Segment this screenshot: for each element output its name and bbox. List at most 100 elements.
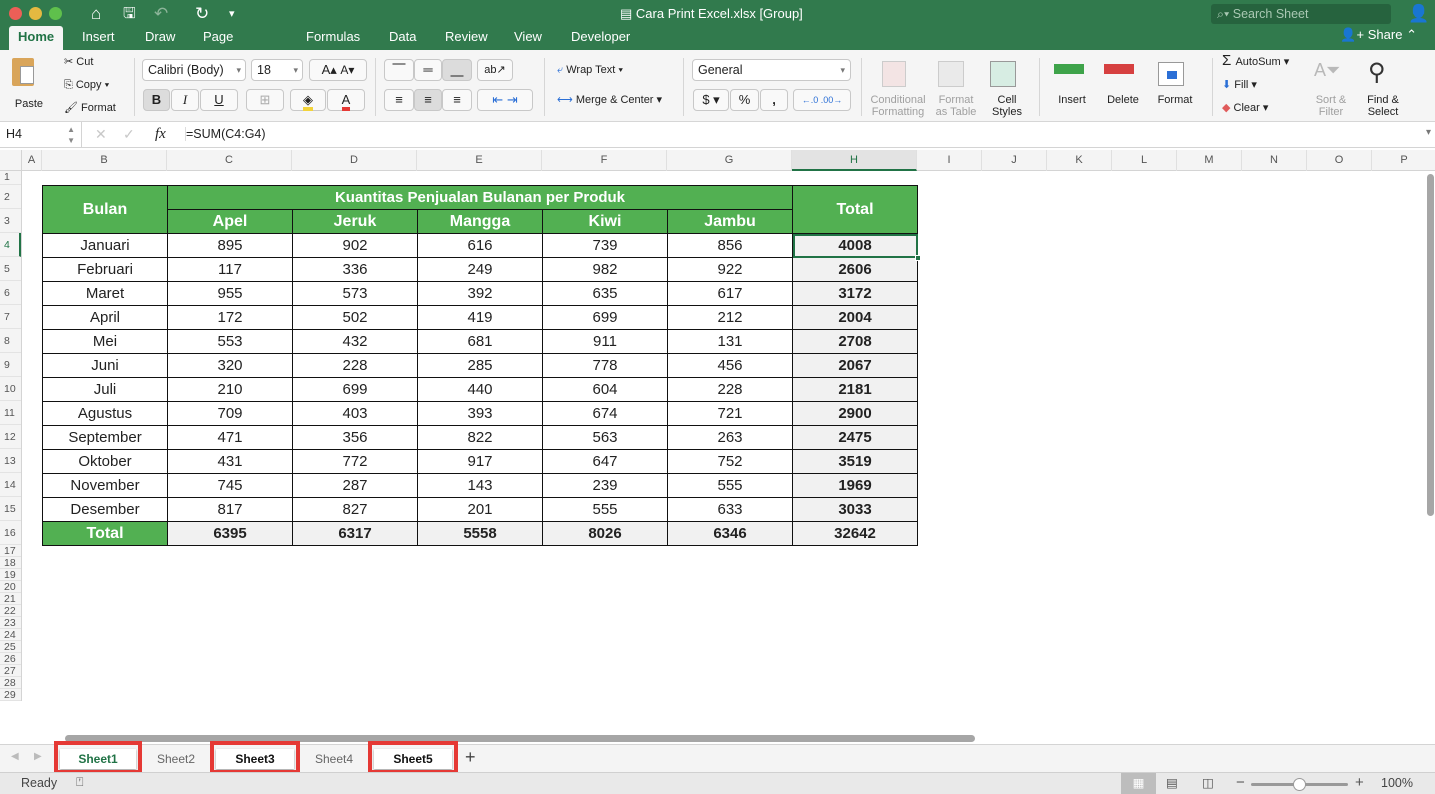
column-header-f[interactable]: F	[542, 150, 667, 171]
format-painter-button[interactable]: 🖌 Format	[64, 102, 116, 114]
format-cells-button[interactable]: Format	[1152, 58, 1198, 118]
orientation-button[interactable]: ab↗	[477, 59, 513, 81]
currency-button[interactable]: $ ▾	[693, 89, 729, 111]
align-right-button[interactable]: ≡	[442, 89, 472, 111]
tab-review[interactable]: Review	[436, 26, 497, 50]
fill-button[interactable]: ⬇ Fill ▾	[1222, 79, 1257, 91]
value-cell[interactable]: 739	[542, 233, 668, 258]
value-cell[interactable]: 143	[417, 473, 543, 498]
row-header-1[interactable]: 1	[0, 171, 21, 185]
value-cell[interactable]: 709	[167, 401, 293, 426]
sort-filter-button[interactable]: A⏷ Sort & Filter	[1308, 58, 1354, 118]
value-cell[interactable]: 131	[667, 329, 793, 354]
value-cell[interactable]: 431	[167, 449, 293, 474]
tab-page-layout[interactable]: Page Layout	[194, 26, 251, 66]
row-header-29[interactable]: 29	[0, 689, 21, 701]
row-total-cell[interactable]: 2606	[792, 257, 918, 282]
value-cell[interactable]: 456	[667, 353, 793, 378]
month-cell[interactable]: Oktober	[42, 449, 168, 474]
value-cell[interactable]: 917	[417, 449, 543, 474]
cut-button[interactable]: ✂ Cut	[64, 56, 93, 68]
selected-cell-h4[interactable]: 4008	[792, 233, 921, 261]
align-middle-button[interactable]: ═	[414, 59, 442, 81]
value-cell[interactable]: 356	[292, 425, 418, 450]
expand-formula-icon[interactable]: ▾	[1426, 127, 1431, 138]
value-cell[interactable]: 249	[417, 257, 543, 282]
decrease-indent-icon[interactable]: ⇤	[492, 92, 503, 107]
align-left-button[interactable]: ≡	[384, 89, 414, 111]
value-cell[interactable]: 432	[292, 329, 418, 354]
cell-styles-button[interactable]: Cell Styles	[984, 58, 1030, 118]
insert-cells-button[interactable]: Insert	[1050, 58, 1094, 118]
collapse-ribbon-icon[interactable]: ⌃	[1406, 27, 1417, 42]
zoom-level[interactable]: 100%	[1381, 776, 1413, 790]
value-cell[interactable]: 635	[542, 281, 668, 306]
header-product-jambu[interactable]: Jambu	[667, 209, 793, 234]
column-total-cell[interactable]: 6346	[667, 521, 793, 546]
row-total-cell[interactable]: 2004	[792, 305, 918, 330]
row-header-9[interactable]: 9	[0, 353, 21, 377]
column-header-j[interactable]: J	[982, 150, 1047, 171]
value-cell[interactable]: 239	[542, 473, 668, 498]
vertical-scrollbar[interactable]	[1427, 174, 1434, 516]
tab-data[interactable]: Data	[380, 26, 425, 50]
month-cell[interactable]: Februari	[42, 257, 168, 282]
conditional-formatting-button[interactable]: Conditional Formatting	[868, 58, 928, 118]
value-cell[interactable]: 403	[292, 401, 418, 426]
font-size-select[interactable]: 18 ▾	[251, 59, 303, 81]
value-cell[interactable]: 681	[417, 329, 543, 354]
value-cell[interactable]: 827	[292, 497, 418, 522]
row-header-8[interactable]: 8	[0, 329, 21, 353]
value-cell[interactable]: 228	[292, 353, 418, 378]
sheet-tab-sheet2[interactable]: Sheet2	[141, 749, 211, 769]
column-header-k[interactable]: K	[1047, 150, 1112, 171]
value-cell[interactable]: 772	[292, 449, 418, 474]
tab-insert[interactable]: Insert	[73, 26, 124, 50]
grand-total-cell[interactable]: 32642	[792, 521, 918, 546]
align-bottom-button[interactable]: ⎽	[442, 59, 472, 81]
scroll-left-icon[interactable]: ◀	[11, 751, 19, 762]
row-total-cell[interactable]: 2067	[792, 353, 918, 378]
row-total-cell[interactable]: 3519	[792, 449, 918, 474]
month-cell[interactable]: April	[42, 305, 168, 330]
value-cell[interactable]: 555	[542, 497, 668, 522]
row-header-27[interactable]: 27	[0, 665, 21, 677]
month-cell[interactable]: Maret	[42, 281, 168, 306]
value-cell[interactable]: 502	[292, 305, 418, 330]
month-cell[interactable]: Januari	[42, 233, 168, 258]
underline-button[interactable]: U	[200, 89, 238, 111]
value-cell[interactable]: 616	[417, 233, 543, 258]
fill-color-button[interactable]: ◈	[290, 89, 326, 111]
month-cell[interactable]: November	[42, 473, 168, 498]
undo-icon[interactable]: ↶	[154, 4, 168, 24]
zoom-in-button[interactable]: +	[1355, 774, 1364, 791]
column-header-a[interactable]: A	[22, 150, 42, 171]
tab-home[interactable]: Home	[9, 26, 64, 50]
scroll-right-icon[interactable]: ▶	[34, 751, 42, 762]
page-layout-view-button[interactable]: ▤	[1166, 775, 1178, 790]
row-header-4[interactable]: 4	[0, 233, 21, 257]
column-header-l[interactable]: L	[1112, 150, 1177, 171]
row-header-28[interactable]: 28	[0, 677, 21, 689]
value-cell[interactable]: 674	[542, 401, 668, 426]
find-select-button[interactable]: ⚲ Find & Select	[1360, 58, 1406, 118]
value-cell[interactable]: 955	[167, 281, 293, 306]
header-product-mangga[interactable]: Mangga	[417, 209, 543, 234]
value-cell[interactable]: 393	[417, 401, 543, 426]
month-cell[interactable]: Desember	[42, 497, 168, 522]
value-cell[interactable]: 117	[167, 257, 293, 282]
value-cell[interactable]: 822	[417, 425, 543, 450]
italic-button[interactable]: I	[171, 89, 199, 111]
decrease-decimal-icon[interactable]: .00→	[821, 95, 843, 105]
value-cell[interactable]: 699	[542, 305, 668, 330]
row-header-7[interactable]: 7	[0, 305, 21, 329]
column-total-cell[interactable]: 6395	[167, 521, 293, 546]
value-cell[interactable]: 721	[667, 401, 793, 426]
value-cell[interactable]: 263	[667, 425, 793, 450]
row-header-11[interactable]: 11	[0, 401, 21, 425]
value-cell[interactable]: 419	[417, 305, 543, 330]
sheet-tab-sheet4[interactable]: Sheet4	[298, 749, 370, 769]
share-button[interactable]: 👤+ Share ⌃	[1340, 27, 1417, 43]
row-header-18[interactable]: 18	[0, 557, 21, 569]
column-total-cell[interactable]: 8026	[542, 521, 668, 546]
